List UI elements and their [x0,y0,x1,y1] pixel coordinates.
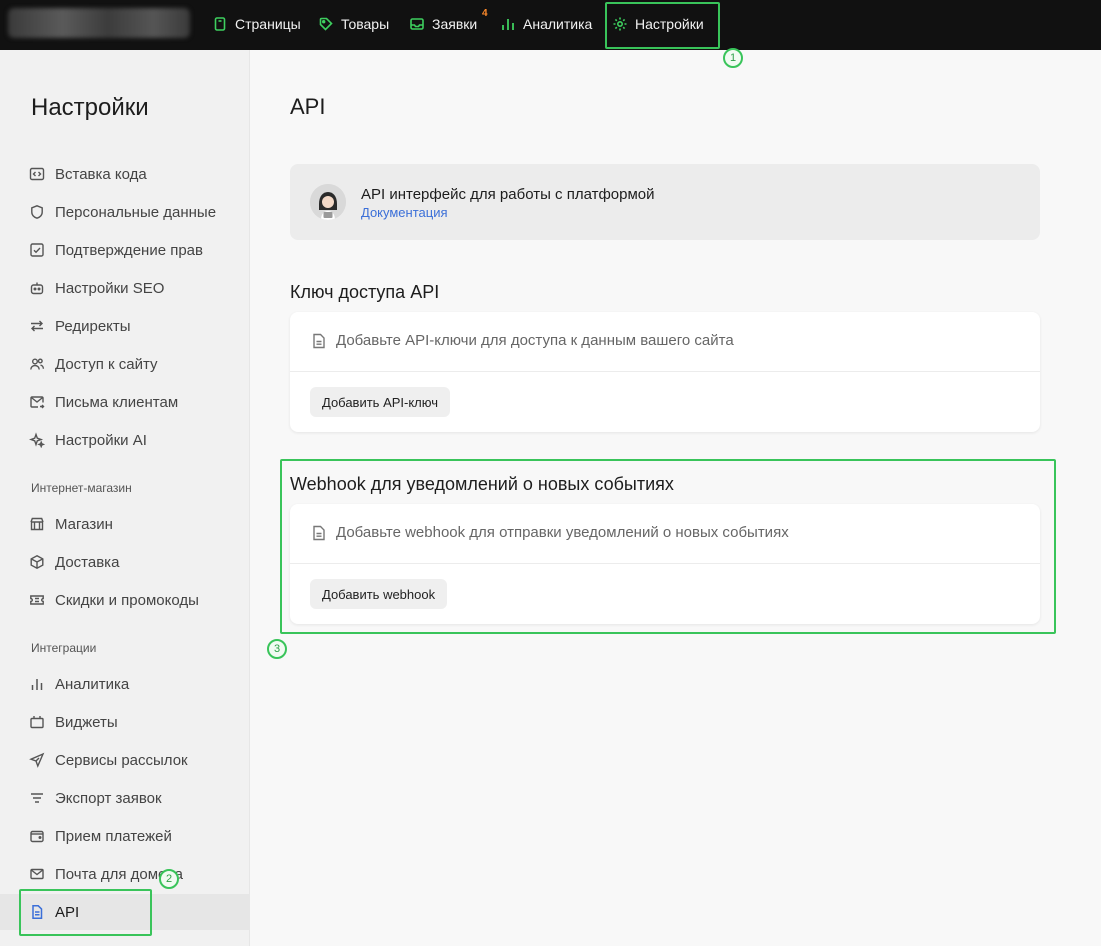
document-icon [313,333,325,348]
requests-count-badge: 4 [482,8,488,19]
support-avatar-icon [310,184,346,220]
sidebar-title: Настройки [31,94,149,121]
sidebar-item-label: Доставка [55,553,120,571]
sidebar-item-delivery[interactable]: Доставка [0,544,249,580]
sidebar-item-rights-confirmation[interactable]: Подтверждение прав [0,232,249,268]
documentation-link[interactable]: Документация [361,205,448,220]
api-keys-card: Добавьте API-ключи для доступа к данным … [290,312,1040,432]
card-divider [290,371,1040,372]
code-icon [29,167,45,181]
shield-icon [31,205,43,219]
document-icon [313,525,325,540]
sidebar-item-payments[interactable]: Прием платежей [0,818,249,854]
sidebar-item-label: Подтверждение прав [55,241,203,259]
sidebar-item-code-insert[interactable]: Вставка кода [0,156,249,192]
settings-sidebar: Настройки Вставка кода Персональные данн… [0,50,250,946]
store-icon [30,517,44,531]
sidebar-item-seo[interactable]: Настройки SEO [0,270,249,306]
paper-plane-icon [29,752,45,768]
sidebar-item-discounts[interactable]: Скидки и промокоды [0,582,249,618]
sidebar-item-label: Письма клиентам [55,393,179,411]
sidebar-item-label: Почта для домена [55,865,183,883]
nav-pages-label: Страницы [235,16,301,32]
api-keys-hint: Добавьте API-ключи для доступа к данным … [336,332,734,349]
nav-requests[interactable]: Заявки [409,0,477,48]
sidebar-item-label: Редиректы [55,317,131,335]
nav-pages[interactable]: Страницы [212,0,301,48]
sidebar-item-label: Сервисы рассылок [55,751,188,769]
ticket-icon [30,595,44,605]
bar-chart-icon [31,679,43,690]
sidebar-item-domain-mail[interactable]: Почта для домена [0,856,249,892]
mail-send-icon [30,396,45,409]
nav-products[interactable]: Товары [318,0,389,48]
widget-icon [30,716,44,729]
api-keys-heading: Ключ доступа API [290,282,440,302]
sidebar-item-label: Доступ к сайту [55,355,158,373]
webhook-heading: Webhook для уведомлений о новых событиях [290,474,674,494]
sidebar-item-label: Скидки и промокоды [55,591,199,609]
sidebar-item-mailing-services[interactable]: Сервисы рассылок [0,742,249,778]
sidebar-item-label: Настройки AI [55,431,147,449]
sidebar-item-label: Прием платежей [55,827,172,845]
sidebar-item-api[interactable]: API [0,894,249,930]
robot-icon [30,282,44,295]
sidebar-item-label: API [55,903,80,921]
nav-analytics-label: Аналитика [523,16,593,32]
checkbox-icon [30,243,44,257]
box-icon [30,555,44,569]
api-info-card: API интерфейс для работы с платформой До… [290,164,1040,240]
filter-icon [31,793,43,803]
step-marker-3: 3 [267,639,287,659]
users-icon [30,358,45,370]
tag-icon [319,17,333,31]
sidebar-item-label: Настройки SEO [55,279,165,297]
nav-settings-label: Настройки [635,16,704,32]
sidebar-item-label: Персональные данные [55,203,217,221]
nav-products-label: Товары [341,16,390,32]
nav-analytics[interactable]: Аналитика [500,0,592,48]
webhook-hint: Добавьте webhook для отправки уведомлени… [336,524,789,541]
api-keys-hint-row: Добавьте API-ключи для доступа к данным … [312,332,734,349]
sparkles-icon [29,432,45,448]
card-divider [290,563,1040,564]
sidebar-item-ai-settings[interactable]: Настройки AI [0,422,249,458]
webhook-card: Добавьте webhook для отправки уведомлени… [290,504,1040,624]
document-icon [32,905,43,919]
envelope-icon [30,868,44,880]
sidebar-section-shop: Интернет-магазин [31,481,132,495]
sidebar-item-label: Аналитика [55,675,130,693]
sidebar-item-analytics[interactable]: Аналитика [0,666,249,702]
sidebar-item-site-access[interactable]: Доступ к сайту [0,346,249,382]
sidebar-item-label: Магазин [55,515,113,533]
webhook-hint-row: Добавьте webhook для отправки уведомлени… [312,524,789,541]
sidebar-item-customer-emails[interactable]: Письма клиентам [0,384,249,420]
step-marker-1: 1 [723,48,743,68]
sidebar-item-label: Виджеты [55,713,118,731]
avatar [310,184,346,220]
site-logo[interactable] [8,8,190,38]
sidebar-item-export-requests[interactable]: Экспорт заявок [0,780,249,816]
page-title: API [290,94,326,119]
sidebar-item-store[interactable]: Магазин [0,506,249,542]
api-info-title: API интерфейс для работы с платформой [361,186,655,203]
sidebar-item-label: Вставка кода [55,165,147,183]
sidebar-item-personal-data[interactable]: Персональные данные [0,194,249,230]
swap-arrows-icon [31,320,43,332]
file-icon [214,17,226,31]
wallet-icon [30,830,44,843]
bar-chart-icon [502,19,514,30]
sidebar-item-redirects[interactable]: Редиректы [0,308,249,344]
add-api-key-button[interactable]: Добавить API-ключ [310,387,451,417]
gear-icon [613,17,627,31]
nav-requests-label: Заявки [432,16,478,32]
top-navigation-bar: Страницы Товары Заявки 4 Аналитика Настр… [0,0,1101,50]
sidebar-section-integrations: Интеграции [31,641,97,655]
sidebar-item-label: Экспорт заявок [55,789,162,807]
sidebar-item-widgets[interactable]: Виджеты [0,704,249,740]
inbox-icon [410,18,424,30]
nav-settings[interactable]: Настройки [612,0,704,48]
add-webhook-button[interactable]: Добавить webhook [310,579,448,609]
